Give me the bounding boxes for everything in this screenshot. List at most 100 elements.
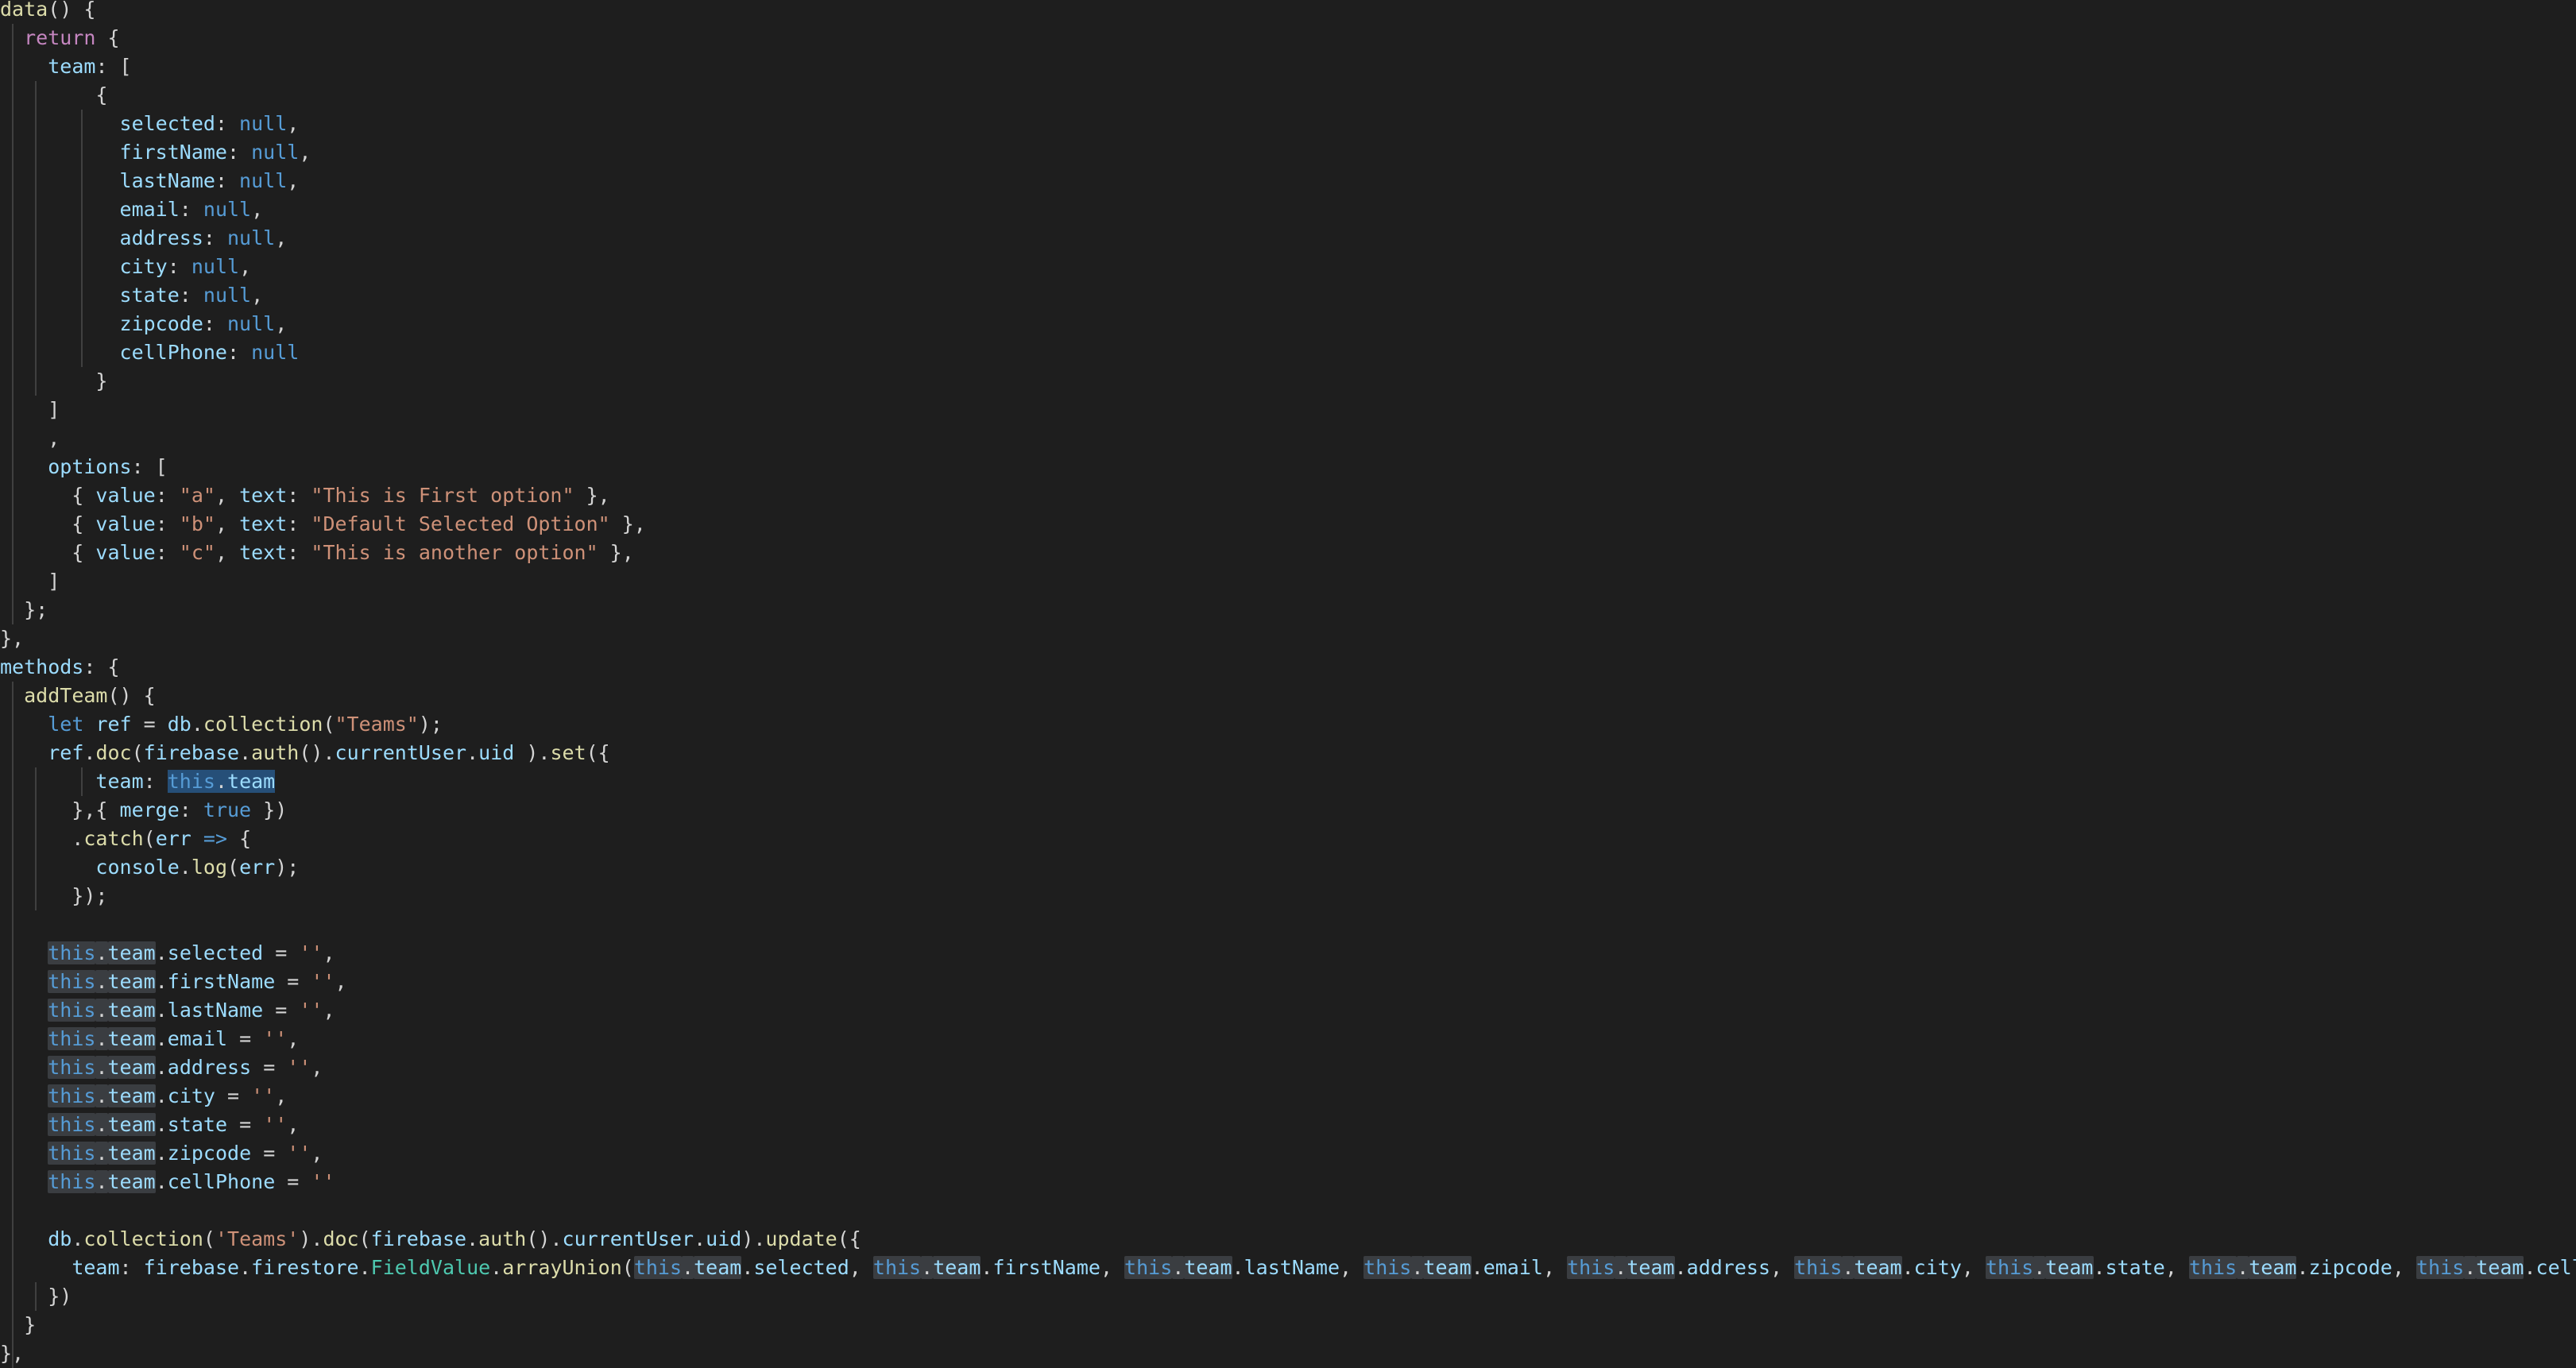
- code-line[interactable]: { value: "a", text: "This is First optio…: [0, 481, 609, 510]
- code-line[interactable]: let ref = db.collection("Teams");: [0, 710, 443, 739]
- code-line[interactable]: firstName: null,: [0, 138, 311, 167]
- code-line[interactable]: cellPhone: null: [0, 338, 300, 367]
- code-line[interactable]: team: [: [0, 52, 131, 81]
- code-token: ().: [526, 1227, 563, 1250]
- code-token: ,: [1770, 1256, 1795, 1279]
- code-line[interactable]: this.team.address = '',: [0, 1053, 323, 1082]
- code-token: ,: [311, 1142, 323, 1165]
- code-line[interactable]: ref.doc(firebase.auth().currentUser.uid …: [0, 739, 610, 767]
- code-token: .: [741, 1256, 754, 1279]
- code-token: console: [95, 856, 180, 879]
- code-token: team: [1184, 1256, 1232, 1279]
- code-token: team: [2476, 1256, 2524, 1279]
- code-token: .: [155, 941, 168, 964]
- code-token: firebase: [370, 1227, 467, 1250]
- code-line[interactable]: methods: {: [0, 653, 120, 682]
- code-line[interactable]: {: [0, 81, 107, 110]
- code-token: firstName: [119, 141, 227, 164]
- code-line[interactable]: return {: [0, 24, 119, 52]
- code-line[interactable]: console.log(err);: [0, 853, 299, 882]
- code-editor[interactable]: data() { return { team: [ { selected: nu…: [0, 0, 2576, 1368]
- code-line[interactable]: { value: "b", text: "Default Selected Op…: [0, 510, 646, 539]
- code-token: value: [95, 541, 156, 564]
- code-token: },: [598, 541, 634, 564]
- code-line[interactable]: addTeam() {: [0, 682, 156, 710]
- code-line[interactable]: team: this.team: [0, 767, 276, 796]
- code-line[interactable]: };: [0, 596, 48, 624]
- code-token: .: [239, 741, 252, 764]
- code-token: set: [550, 741, 586, 764]
- code-token: =: [263, 941, 300, 964]
- code-token: =: [263, 999, 300, 1022]
- code-token: auth: [251, 741, 300, 764]
- code-token: ,: [215, 541, 240, 564]
- code-token: .: [95, 1056, 108, 1079]
- code-token: :: [155, 541, 180, 564]
- code-token: .: [155, 1027, 168, 1050]
- code-token: null: [203, 198, 252, 221]
- code-token: firstName: [167, 970, 276, 993]
- code-line[interactable]: city: null,: [0, 253, 252, 281]
- code-line[interactable]: email: null,: [0, 195, 264, 224]
- code-line[interactable]: options: [: [0, 453, 168, 481]
- code-line[interactable]: .catch(err => {: [0, 825, 251, 853]
- code-line[interactable]: db.collection('Teams').doc(firebase.auth…: [0, 1225, 861, 1254]
- code-token: ,: [275, 226, 288, 249]
- code-line[interactable]: { value: "c", text: "This is another opt…: [0, 539, 634, 567]
- code-token: null: [226, 312, 276, 335]
- code-line[interactable]: selected: null,: [0, 110, 300, 138]
- code-line[interactable]: data() {: [0, 0, 95, 24]
- code-token: text: [239, 512, 288, 535]
- code-token: this: [1567, 1256, 1615, 1279]
- code-token: team: [72, 1256, 120, 1279]
- code-token: ,: [215, 484, 240, 507]
- code-line[interactable]: }): [0, 1282, 72, 1311]
- code-token: .: [95, 1084, 108, 1107]
- code-line[interactable]: this.team.city = '',: [0, 1082, 287, 1111]
- code-line[interactable]: this.team.zipcode = '',: [0, 1139, 323, 1168]
- code-token: },{: [0, 798, 120, 821]
- code-line[interactable]: },: [0, 624, 24, 653]
- code-token: "c": [179, 541, 215, 564]
- code-token: =: [227, 1113, 264, 1136]
- code-line[interactable]: },{ merge: true }): [0, 796, 287, 825]
- code-line[interactable]: ,: [0, 424, 60, 453]
- code-token: team: [48, 55, 96, 78]
- code-line[interactable]: state: null,: [0, 281, 264, 310]
- code-token: .: [179, 856, 191, 879]
- code-line[interactable]: ]: [0, 396, 60, 424]
- code-token: this: [48, 1027, 96, 1050]
- code-line[interactable]: this.team.email = '',: [0, 1025, 299, 1053]
- code-line[interactable]: });: [0, 882, 107, 910]
- code-token: FieldValue: [370, 1256, 491, 1279]
- code-line[interactable]: lastName: null,: [0, 167, 300, 195]
- code-line[interactable]: zipcode: null,: [0, 310, 288, 338]
- code-line[interactable]: },: [0, 1339, 24, 1368]
- code-token: =: [275, 1170, 311, 1193]
- code-token: }): [251, 798, 288, 821]
- code-line[interactable]: this.team.firstName = '',: [0, 968, 347, 996]
- code-token: err: [155, 827, 191, 850]
- code-token: .: [466, 741, 479, 764]
- code-token: {: [227, 827, 252, 850]
- code-line[interactable]: this.team.state = '',: [0, 1111, 299, 1139]
- code-token: :: [179, 798, 203, 821]
- code-token: .: [95, 1170, 108, 1193]
- code-line[interactable]: }: [0, 367, 107, 396]
- code-line[interactable]: this.team.cellPhone = '': [0, 1168, 335, 1196]
- code-line[interactable]: this.team.selected = '',: [0, 939, 335, 968]
- code-line[interactable]: }: [0, 1311, 36, 1339]
- code-token: this: [1363, 1256, 1412, 1279]
- code-token: :: [215, 169, 240, 192]
- code-line[interactable]: ]: [0, 567, 60, 596]
- code-line[interactable]: this.team.lastName = '',: [0, 996, 335, 1025]
- code-token: ).: [741, 1227, 766, 1250]
- code-line[interactable]: address: null,: [0, 224, 288, 253]
- code-token: this: [48, 941, 96, 964]
- code-line[interactable]: team: firebase.firestore.FieldValue.arra…: [0, 1254, 2576, 1282]
